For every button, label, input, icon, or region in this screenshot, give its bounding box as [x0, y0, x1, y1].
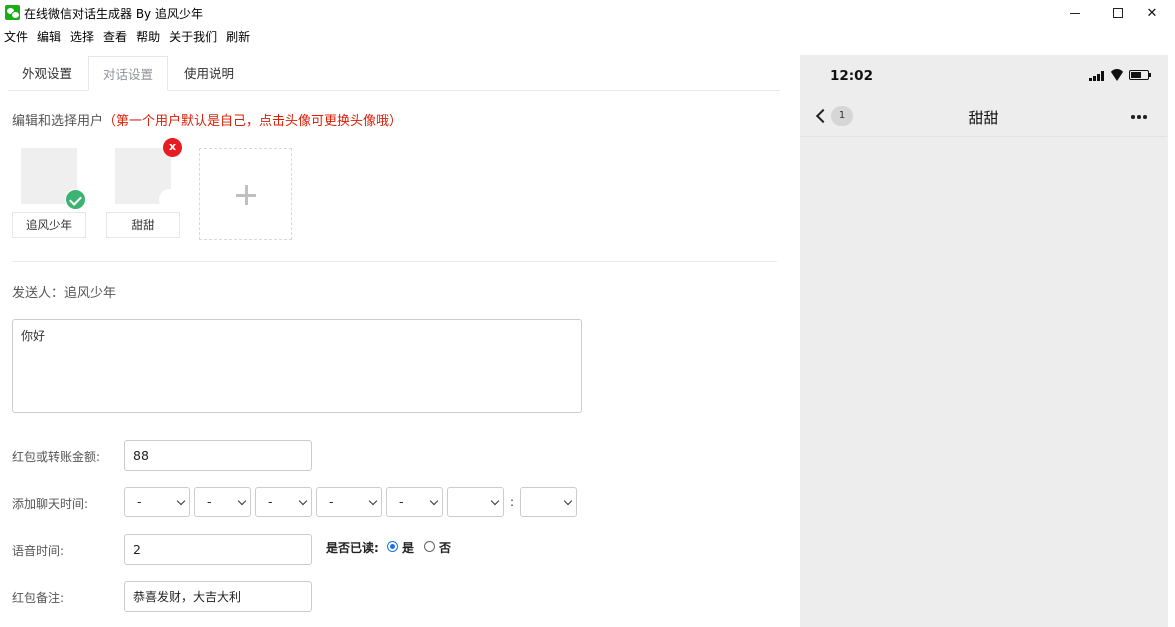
sender-label: 发送人：	[12, 286, 65, 301]
message-textarea[interactable]: 你好	[12, 319, 582, 413]
amount-label: 红包或转账金额:	[12, 450, 101, 464]
close-button[interactable]: ✕	[1129, 0, 1175, 26]
voice-label: 语音时间:	[12, 544, 65, 558]
time-select-4[interactable]: -	[316, 487, 382, 517]
title-bar: 在线微信对话生成器 By 追风少年 ✕	[0, 0, 1175, 26]
chevron-down-icon	[563, 496, 573, 506]
select-value: -	[268, 494, 273, 509]
time-select-1[interactable]: -	[124, 487, 190, 517]
chat-title: 甜甜	[968, 109, 999, 127]
time-colon: :	[510, 495, 515, 509]
phone-preview: 12:02 1 甜甜	[800, 55, 1167, 627]
phone-status-bar: 12:02	[800, 55, 1167, 95]
read-yes-label[interactable]: 是	[402, 539, 414, 556]
chevron-down-icon	[176, 496, 186, 506]
read-no-radio[interactable]	[424, 541, 435, 552]
remark-label: 红包备注:	[12, 591, 65, 605]
check-icon	[65, 189, 86, 210]
user-name[interactable]: 甜甜	[106, 212, 180, 238]
divider	[12, 261, 777, 262]
chevron-down-icon	[368, 496, 378, 506]
sender-line: 发送人：追风少年	[12, 282, 116, 301]
chat-header: 1 甜甜	[800, 95, 1167, 137]
users-label: 编辑和选择用户	[12, 114, 104, 129]
menu-view[interactable]: 查看	[99, 28, 131, 46]
chevron-down-icon	[490, 496, 500, 506]
users-hint: （第一个用户默认是自己，点击头像可更换头像哦）	[103, 114, 403, 129]
time-select-7[interactable]	[520, 487, 577, 517]
menu-edit[interactable]: 编辑	[33, 28, 65, 46]
close-icon: ✕	[1146, 5, 1158, 21]
tab-dialog[interactable]: 对话设置	[88, 56, 169, 91]
users-section-label: 编辑和选择用户（第一个用户默认是自己，点击头像可更换头像哦）	[12, 110, 402, 129]
menu-about[interactable]: 关于我们	[165, 28, 221, 46]
menu-refresh[interactable]: 刷新	[222, 28, 254, 46]
minimize-button[interactable]	[1052, 0, 1098, 26]
unselected-circle-icon	[159, 189, 180, 210]
time-select-3[interactable]: -	[255, 487, 312, 517]
time-select-5[interactable]: -	[386, 487, 443, 517]
more-icon[interactable]	[1131, 115, 1147, 119]
user-card[interactable]: 追风少年	[12, 148, 86, 241]
user-card[interactable]: x 甜甜	[106, 138, 182, 241]
read-no-label[interactable]: 否	[439, 539, 451, 556]
tab-bar: 外观设置 对话设置 使用说明	[8, 56, 780, 91]
maximize-icon	[1113, 8, 1123, 18]
minimize-icon	[1070, 12, 1080, 14]
phone-time: 12:02	[830, 68, 873, 84]
signal-icon	[1089, 71, 1105, 81]
menu-select[interactable]: 选择	[66, 28, 98, 46]
select-value: -	[399, 494, 404, 509]
menu-file[interactable]: 文件	[0, 28, 32, 46]
select-value: -	[137, 494, 142, 509]
delete-user-button[interactable]: x	[163, 138, 182, 157]
wechat-app-icon	[5, 5, 20, 20]
remark-input[interactable]	[124, 581, 312, 612]
sender-name: 追风少年	[64, 286, 117, 301]
select-value: -	[329, 494, 334, 509]
voice-input[interactable]	[124, 534, 312, 565]
read-yes-radio[interactable]	[387, 541, 398, 552]
user-name[interactable]: 追风少年	[12, 212, 86, 238]
wifi-icon	[1109, 69, 1125, 81]
time-select-6[interactable]	[447, 487, 504, 517]
settings-panel: 外观设置 对话设置 使用说明 编辑和选择用户（第一个用户默认是自己，点击头像可更…	[0, 52, 800, 627]
chevron-down-icon	[429, 496, 439, 506]
plus-icon	[236, 185, 256, 205]
read-label: 是否已读:	[326, 541, 379, 555]
time-label: 添加聊天时间:	[12, 497, 89, 511]
tab-appearance[interactable]: 外观设置	[8, 56, 86, 91]
select-value: -	[207, 494, 212, 509]
amount-input[interactable]	[124, 440, 312, 471]
scrollbar-track[interactable]	[1167, 55, 1175, 627]
battery-icon	[1129, 70, 1151, 80]
tab-instructions[interactable]: 使用说明	[170, 56, 248, 91]
chevron-down-icon	[298, 496, 308, 506]
chevron-down-icon	[237, 496, 247, 506]
window-title: 在线微信对话生成器 By 追风少年	[24, 7, 203, 21]
menu-bar: 文件 编辑 选择 查看 帮助 关于我们 刷新	[0, 28, 255, 46]
time-select-2[interactable]: -	[194, 487, 251, 517]
menu-help[interactable]: 帮助	[132, 28, 164, 46]
add-user-button[interactable]	[199, 148, 292, 240]
